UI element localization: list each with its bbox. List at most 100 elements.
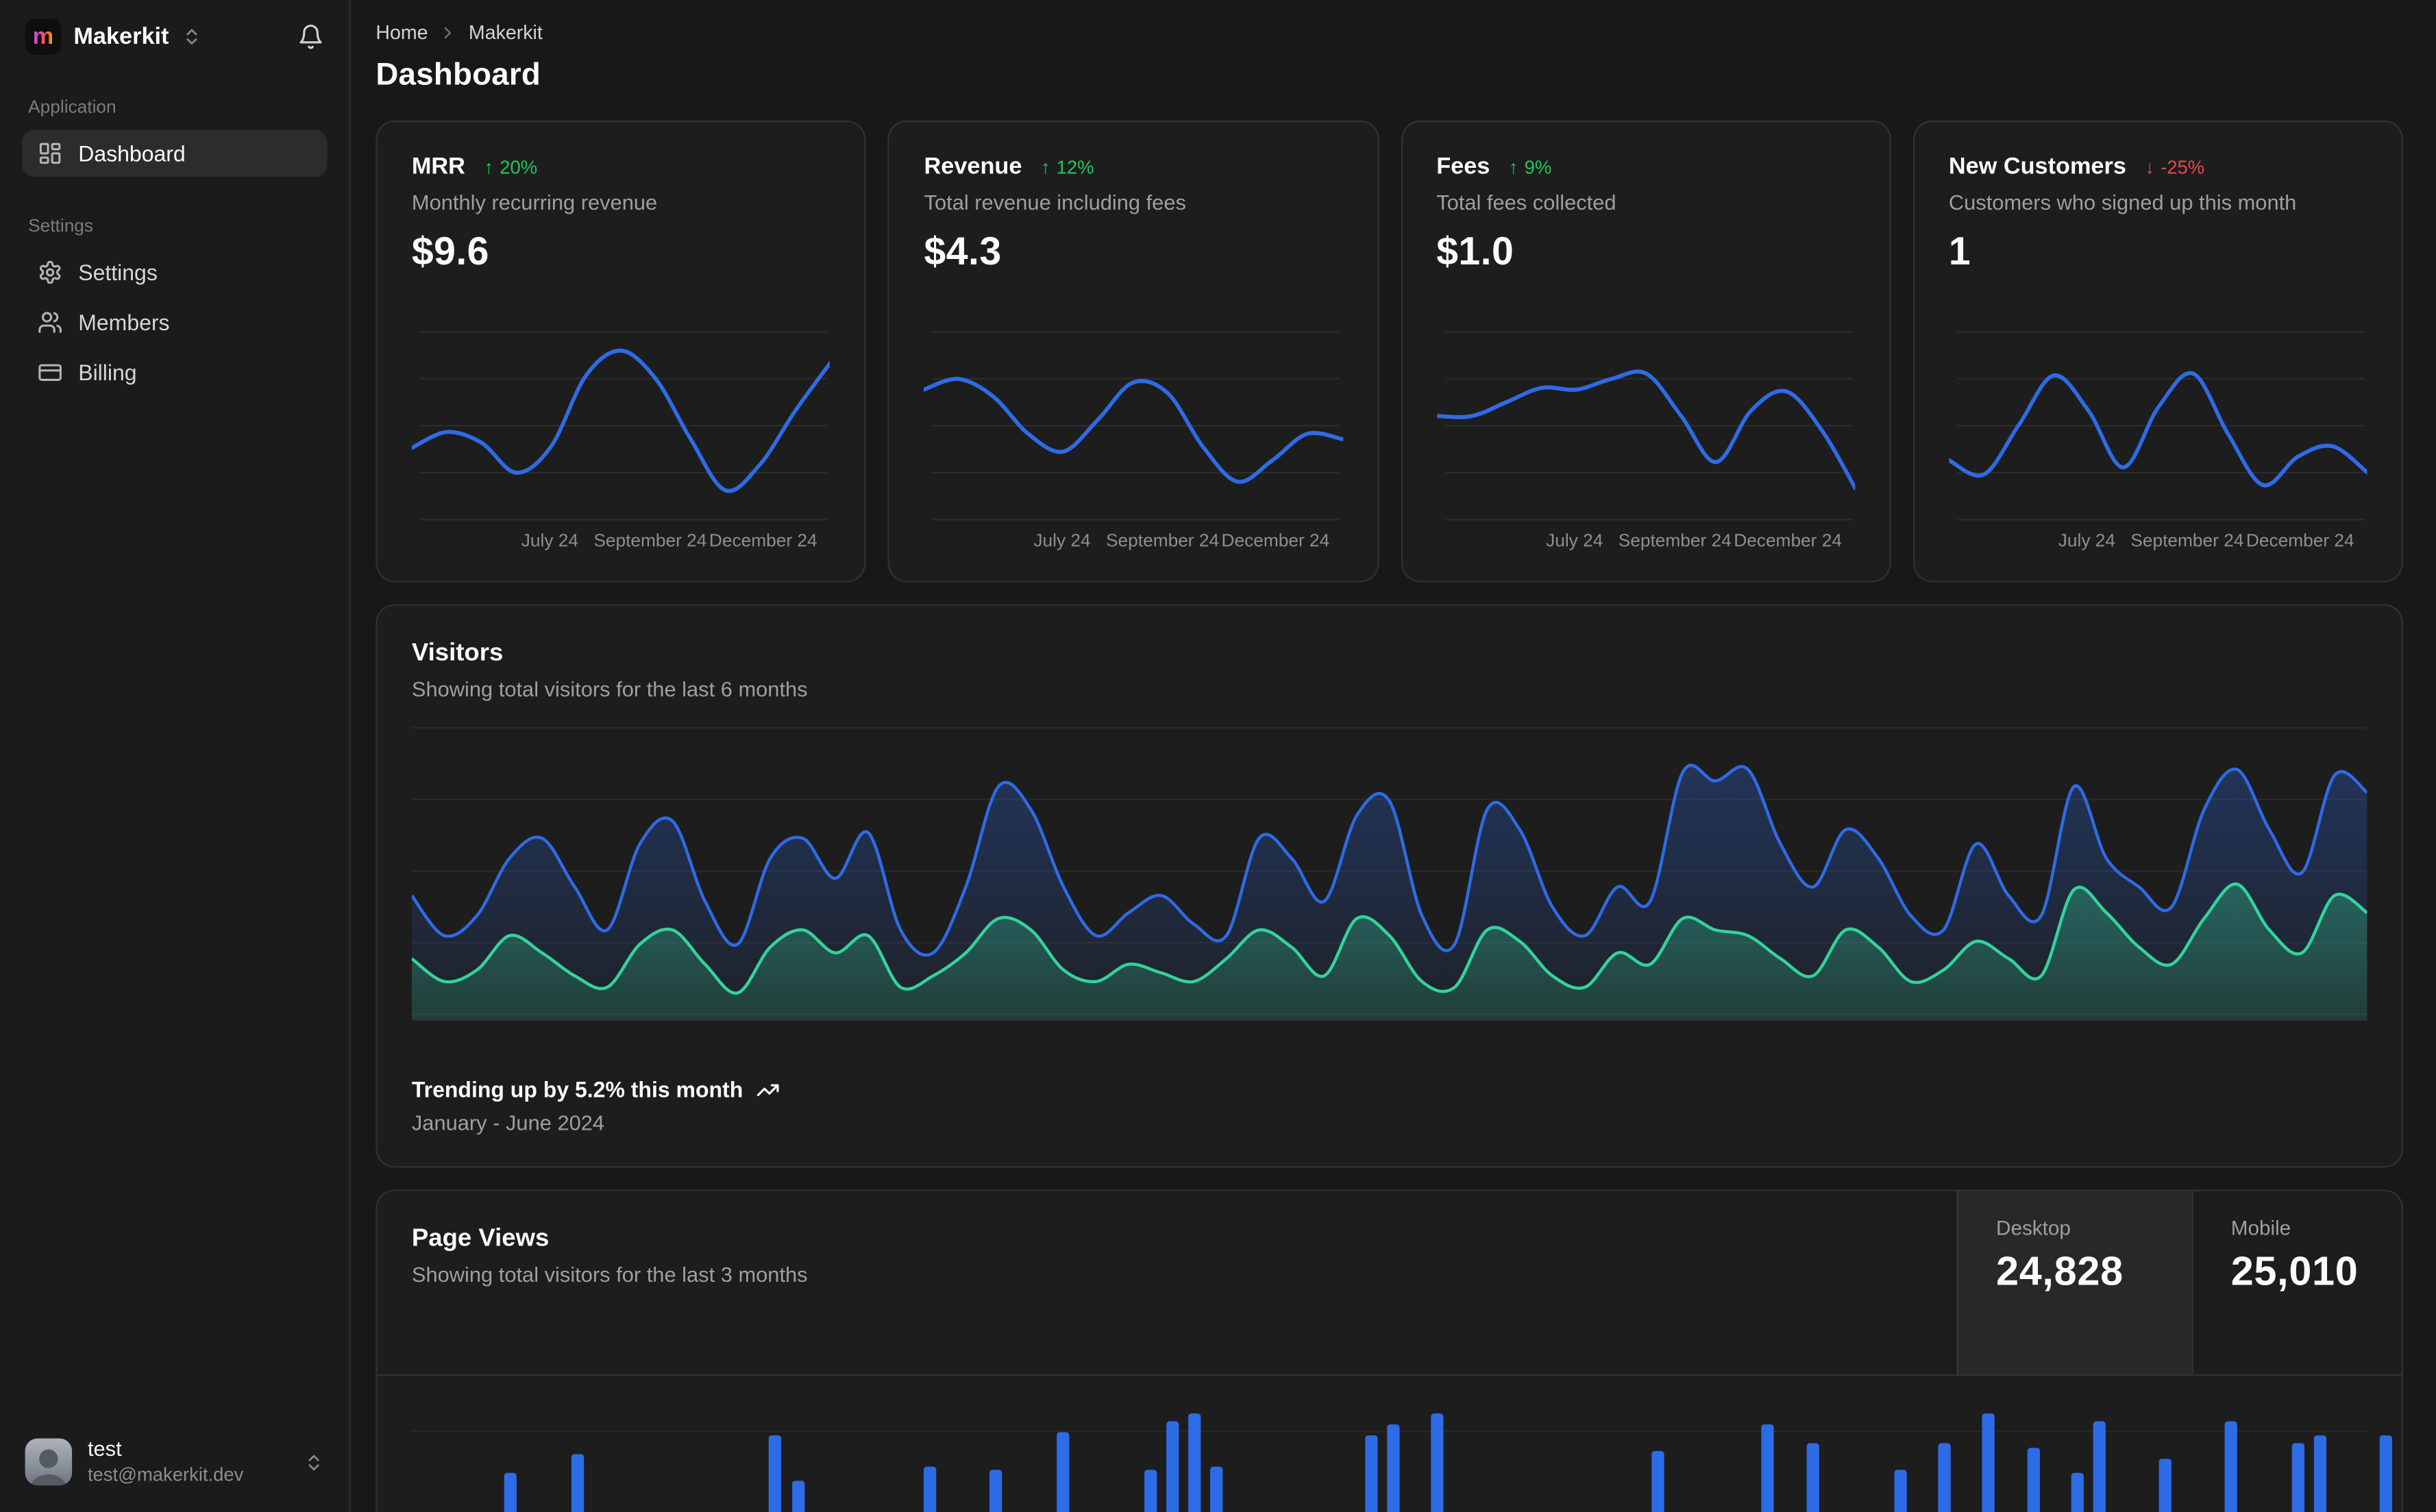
- page-views-bar: [1894, 1470, 1907, 1512]
- page-views-bar: [2379, 1435, 2392, 1512]
- page-views-bar: [1188, 1413, 1201, 1512]
- sparkline-x-labels: July 24 September 24 December 24: [1546, 532, 1842, 551]
- sidebar-item-members[interactable]: Members: [22, 299, 328, 346]
- page-views-bar: [923, 1465, 937, 1512]
- page-views-bar: [2026, 1447, 2039, 1512]
- breadcrumb-home[interactable]: Home: [376, 22, 428, 44]
- sparkline-chart: July 24 September 24 December 24: [1436, 327, 1855, 556]
- visitors-card: Visitors Showing total visitors for the …: [376, 604, 2404, 1168]
- stat-value: $9.6: [411, 230, 489, 274]
- chevron-right-icon: [439, 23, 458, 42]
- users-icon: [38, 310, 63, 335]
- page-views-bar: [1938, 1443, 1951, 1512]
- page-views-bar: [769, 1435, 782, 1512]
- sparkline-chart: July 24 September 24 December 24: [1948, 327, 2367, 556]
- logo-letter: m: [32, 23, 54, 51]
- stat-card-revenue: Revenue ↑ 12% Total revenue including fee…: [887, 120, 1379, 582]
- stat-subtitle: Monthly recurring revenue: [411, 190, 658, 215]
- stat-title: Fees: [1436, 153, 1490, 180]
- sidebar-item-dashboard[interactable]: Dashboard: [21, 129, 328, 177]
- page-views-bar: [2291, 1443, 2304, 1512]
- workspace-name: Makerkit: [73, 23, 169, 51]
- visitors-title: Visitors: [411, 640, 504, 667]
- stat-card-mrr: MRR ↑ 20% Monthly recurring revenue $9.6 …: [376, 120, 867, 582]
- avatar: [25, 1438, 73, 1486]
- visitors-footer-range: January - June 2024: [411, 1111, 605, 1135]
- page-views-bar: [504, 1473, 517, 1512]
- sidebar-top: m Makerkit Application Dashboard Setting…: [21, 16, 328, 399]
- trend-badge: ↑ 12%: [1040, 156, 1094, 178]
- sidebar-item-label: Members: [78, 310, 170, 335]
- sparkline-x-labels: July 24 September 24 December 24: [2058, 532, 2354, 551]
- arrow-down-icon: ↓: [2145, 156, 2155, 178]
- visitors-area-chart: [411, 727, 2367, 1021]
- sidebar-item-label: Dashboard: [78, 140, 186, 166]
- chevrons-up-down-icon: [304, 1452, 324, 1472]
- stat-title: MRR: [411, 153, 465, 180]
- sidebar-item-settings[interactable]: Settings: [22, 249, 328, 296]
- page-views-subtitle: Showing total visitors for the last 3 mo…: [411, 1263, 808, 1287]
- user-email: test@makerkit.dev: [87, 1463, 244, 1486]
- stat-title: Revenue: [924, 153, 1022, 180]
- trending-up-icon: [756, 1078, 779, 1101]
- page-views-bar: [1386, 1424, 1400, 1512]
- trend-badge: ↑ 20%: [484, 156, 538, 178]
- sidebar-item-billing[interactable]: Billing: [22, 349, 328, 396]
- sparkline-chart: July 24 September 24 December 24: [924, 327, 1343, 556]
- stat-subtitle: Total revenue including fees: [924, 190, 1186, 215]
- stat-subtitle: Total fees collected: [1436, 190, 1616, 215]
- arrow-up-icon: ↑: [1508, 156, 1518, 178]
- sidebar: m Makerkit Application Dashboard Setting…: [0, 0, 351, 1512]
- page-title: Dashboard: [376, 58, 541, 92]
- arrow-up-icon: ↑: [1040, 156, 1050, 178]
- page-views-series-tabs: Desktop 24,828 Mobile 25,010: [1956, 1191, 2402, 1374]
- sparkline-x-labels: July 24 September 24 December 24: [1033, 532, 1330, 551]
- page-views-bar: [2070, 1473, 2084, 1512]
- page-views-bar: [1364, 1435, 1378, 1512]
- desktop-total: 24,828: [1995, 1247, 2124, 1295]
- tab-desktop[interactable]: Desktop 24,828: [1956, 1191, 2192, 1374]
- main-content: Home Makerkit Dashboard MRR ↑ 20% Monthly…: [351, 0, 2436, 1512]
- page-views-bar: [2158, 1458, 2172, 1512]
- sparkline-chart: July 24 September 24 December 24: [411, 327, 831, 556]
- visitors-subtitle: Showing total visitors for the last 6 mo…: [411, 678, 808, 702]
- page-views-bar: [2313, 1435, 2326, 1512]
- page-views-card: Page Views Showing total visitors for th…: [376, 1189, 2404, 1512]
- breadcrumb-makerkit[interactable]: Makerkit: [469, 22, 543, 44]
- section-label-settings: Settings: [28, 217, 94, 236]
- trend-badge: ↓ -25%: [2145, 156, 2205, 178]
- sidebar-item-label: Billing: [78, 360, 137, 386]
- stat-value: 1: [1948, 230, 1971, 274]
- page-views-bar: [1144, 1470, 1157, 1512]
- makerkit-logo: m: [25, 18, 62, 55]
- gear-icon: [38, 260, 63, 285]
- stat-cards-row: MRR ↑ 20% Monthly recurring revenue $9.6 …: [376, 120, 2404, 582]
- stat-card-new-customers: New Customers ↓ -25% Customers who signed…: [1912, 120, 2404, 582]
- page-views-bar: [1982, 1413, 1995, 1512]
- visitors-footer-trend: Trending up by 5.2% this month: [412, 1077, 2367, 1102]
- user-meta: test test@makerkit.dev: [88, 1437, 243, 1487]
- tab-mobile[interactable]: Mobile 25,010: [2191, 1191, 2402, 1374]
- page-views-bar-chart: [411, 1376, 2392, 1512]
- workspace-selector[interactable]: m Makerkit: [22, 16, 328, 58]
- page-views-bar: [2093, 1421, 2106, 1512]
- page-views-bar: [1651, 1450, 1664, 1512]
- page-views-bar: [1431, 1413, 1444, 1512]
- credit-card-icon: [38, 360, 63, 385]
- chevrons-up-down-icon: [182, 27, 202, 47]
- user-account-menu[interactable]: test test@makerkit.dev: [22, 1431, 328, 1494]
- page-views-bar: [1056, 1432, 1069, 1512]
- mobile-total: 25,010: [2230, 1247, 2359, 1295]
- page-views-bar: [1806, 1443, 1819, 1512]
- arrow-up-icon: ↑: [484, 156, 494, 178]
- page-views-bar: [2225, 1421, 2238, 1512]
- notifications-bell-icon[interactable]: [297, 23, 324, 50]
- page-views-title: Page Views: [411, 1225, 550, 1252]
- stat-card-fees: Fees ↑ 9% Total fees collected $1.0 July …: [1400, 120, 1891, 582]
- page-views-bar: [1166, 1421, 1179, 1512]
- page-views-bar: [1210, 1465, 1223, 1512]
- page-views-bar: [791, 1480, 804, 1512]
- section-label-application: Application: [28, 98, 116, 118]
- page-views-bar: [1762, 1424, 1775, 1512]
- page-views-header: Page Views Showing total visitors for th…: [377, 1191, 2402, 1376]
